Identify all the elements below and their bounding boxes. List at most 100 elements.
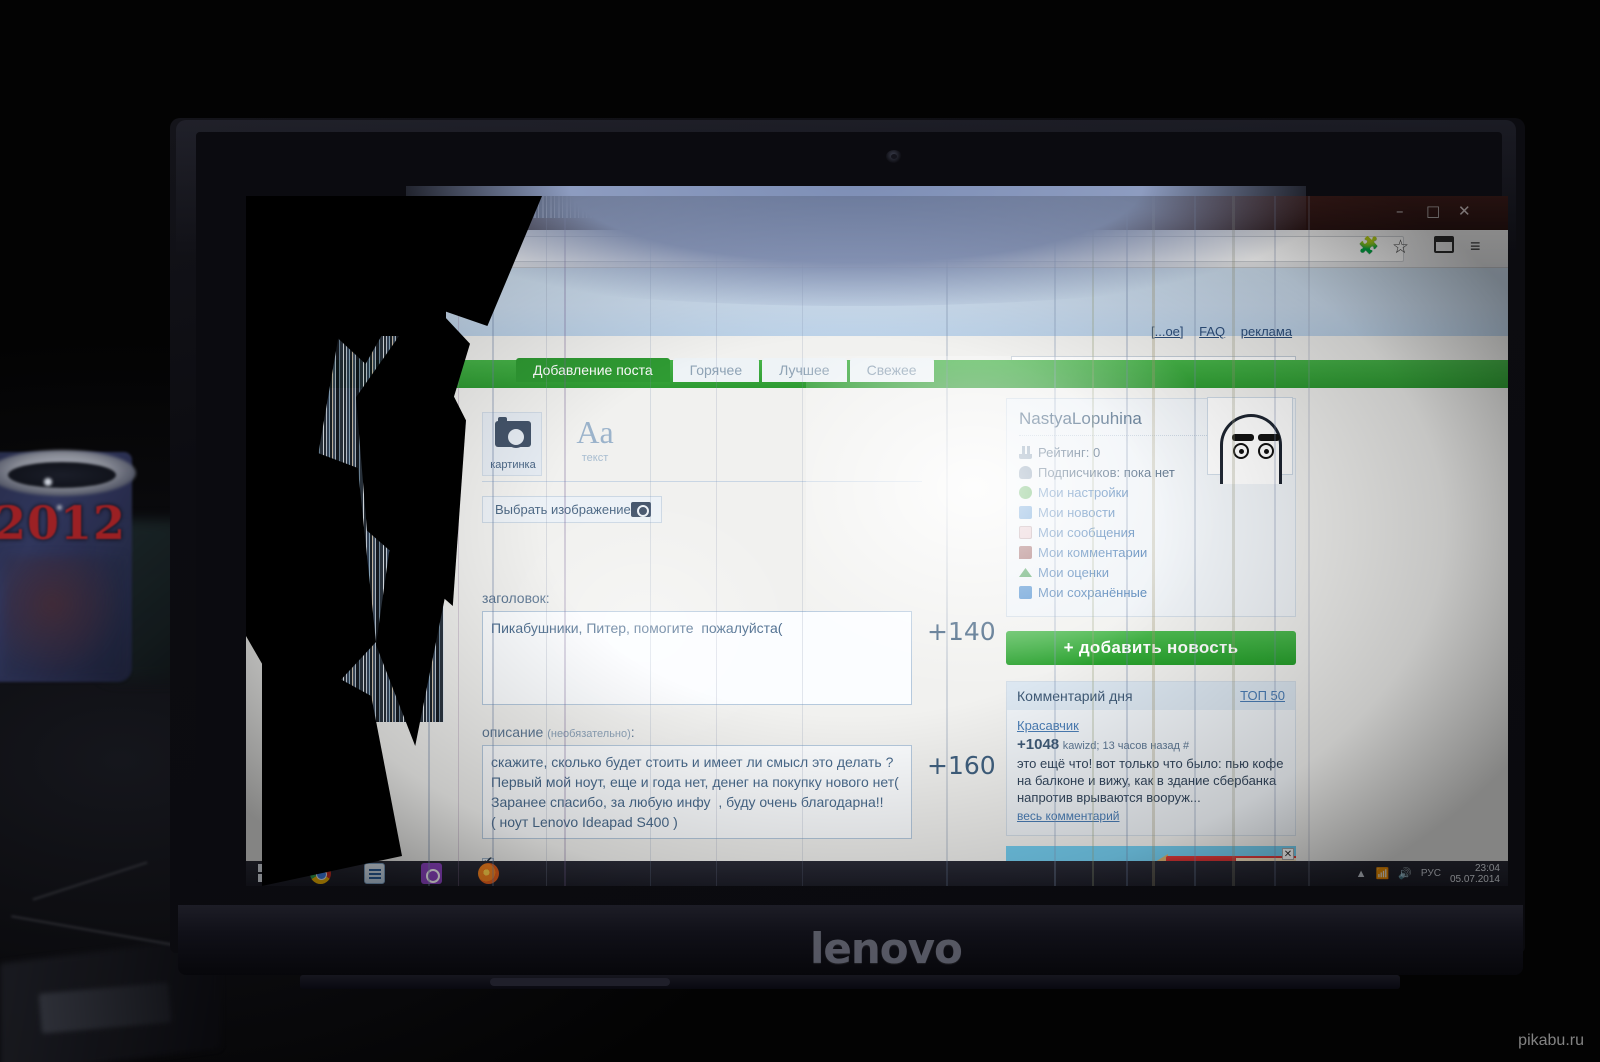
stat-subscribers-label: Подписчиков: пока нет xyxy=(1038,465,1175,480)
window-maximize-button[interactable]: □ xyxy=(1426,204,1440,219)
header-link-faq[interactable]: FAQ xyxy=(1199,324,1225,339)
screenshot-root: 2012 – □ ✕ 🧩 ☆ ≡ [...ое] FAQ реклама пои… xyxy=(0,0,1600,1062)
sidebar-item-news[interactable]: Мои новости xyxy=(1019,504,1283,521)
post-type-text-button[interactable]: Aa текст xyxy=(560,412,630,476)
description-field-group: описание (необязательно): +160 xyxy=(482,724,996,844)
title-field-group: заголовок: +140 xyxy=(482,590,996,710)
comment-of-day-body: Красавчик +1048 kawizd; 13 часов назад #… xyxy=(1007,710,1295,835)
start-button[interactable] xyxy=(258,864,277,883)
comment-nick-time: kawizd; 13 часов назад # xyxy=(1062,740,1190,752)
description-label: описание (необязательно): xyxy=(482,724,922,740)
comment-of-day-card: Комментарий дня ТОП 50 Красавчик +1048 k… xyxy=(1006,681,1296,836)
lenovo-logo: lenovo xyxy=(810,924,963,973)
camera-small-icon xyxy=(631,502,651,517)
add-news-button[interactable]: + добавить новость xyxy=(1006,631,1296,665)
mug-year-text: 2012 xyxy=(0,496,127,550)
system-tray: ▲ 📶 🔊 РУС 23:04 05.07.2014 xyxy=(1356,861,1500,886)
sidebar-item-ratings-label: Мои оценки xyxy=(1038,565,1109,580)
title-input[interactable] xyxy=(482,611,912,705)
tray-network-icon[interactable]: 📶 xyxy=(1376,867,1390,880)
site-header xyxy=(246,268,1508,336)
avatar-eyebrow-left xyxy=(1232,434,1254,441)
camera-taskbar-icon[interactable] xyxy=(421,863,442,884)
post-type-image-button[interactable]: картинка xyxy=(482,412,542,476)
description-input[interactable] xyxy=(482,745,912,839)
top50-link[interactable]: ТОП 50 xyxy=(1240,688,1285,704)
document-taskbar-icon[interactable] xyxy=(364,863,385,884)
choose-image-button[interactable]: Выбрать изображение xyxy=(482,496,662,523)
tab-hot[interactable]: Горячее xyxy=(672,358,760,382)
sidebar-item-ratings[interactable]: Мои оценки xyxy=(1019,564,1283,581)
title-label: заголовок: xyxy=(482,590,550,606)
description-label-colon: : xyxy=(630,724,635,740)
tab-add-post[interactable]: Добавление поста xyxy=(516,358,670,382)
chart-icon xyxy=(1019,446,1032,459)
browser-toolbar-icons: 🧩 ☆ ≡ xyxy=(1358,234,1498,264)
mug-interior xyxy=(8,462,116,488)
bookmark-star-icon[interactable]: ☆ xyxy=(1392,236,1409,259)
avatar-eyebrow-right xyxy=(1258,434,1280,441)
tab-best[interactable]: Лучшее xyxy=(762,358,847,382)
mug-highlight-2 xyxy=(57,505,62,510)
sidebar-item-messages[interactable]: Мои сообщения xyxy=(1019,524,1283,541)
mail-icon xyxy=(1019,526,1032,539)
description-counter: +160 xyxy=(927,751,996,780)
firefox-taskbar-icon[interactable] xyxy=(478,863,499,884)
header-link-0[interactable]: [...ое] xyxy=(1151,324,1184,339)
laptop-hinge-notch xyxy=(490,978,670,986)
text-type-glyph: Aa xyxy=(576,414,614,450)
address-bar[interactable] xyxy=(254,236,1404,262)
extension-icon[interactable]: 🧩 xyxy=(1358,236,1379,256)
window-minimize-button[interactable]: – xyxy=(1396,204,1404,219)
chrome-taskbar-icon[interactable] xyxy=(310,863,331,884)
post-type-text-label: текст xyxy=(581,452,609,464)
sidebar-item-messages-label: Мои сообщения xyxy=(1038,525,1135,540)
sidebar-item-comments[interactable]: Мои комментарии xyxy=(1019,544,1283,561)
browser-menu-icon[interactable]: ≡ xyxy=(1470,236,1481,257)
comment-icon xyxy=(1019,546,1032,559)
tray-clock[interactable]: 23:04 05.07.2014 xyxy=(1450,863,1500,885)
browser-titlebar: – □ ✕ xyxy=(246,196,1508,230)
sidebar-item-settings[interactable]: Мои настройки xyxy=(1019,484,1283,501)
avatar[interactable] xyxy=(1207,397,1293,484)
comment-author-link[interactable]: Красавчик xyxy=(1017,718,1285,733)
window-icon[interactable] xyxy=(1434,236,1454,253)
news-icon xyxy=(1019,506,1032,519)
watermark: pikabu.ru xyxy=(1518,1032,1584,1049)
description-field-wrap: +160 xyxy=(482,745,996,844)
description-label-text: описание xyxy=(482,724,544,740)
avatar-pupil-left xyxy=(1239,449,1244,454)
webcam-lens xyxy=(891,154,897,159)
sidebar-item-saved[interactable]: Мои сохранённые xyxy=(1019,584,1283,601)
site-tabs: Добавление поста Горячее Лучшее Свежее xyxy=(516,354,937,382)
tab-fresh[interactable]: Свежее xyxy=(849,358,934,382)
comment-score: +1048 xyxy=(1017,736,1060,753)
user-icon xyxy=(1019,466,1032,479)
sidebar-item-comments-label: Мои комментарии xyxy=(1038,545,1148,560)
tray-time: 23:04 xyxy=(1474,862,1500,874)
comment-of-day-header: Комментарий дня ТОП 50 xyxy=(1007,682,1295,710)
sidebar-item-saved-label: Мои сохранённые xyxy=(1038,585,1148,600)
tray-language[interactable]: РУС xyxy=(1421,868,1441,879)
choose-image-label: Выбрать изображение xyxy=(495,502,631,517)
pikabu-page: [...ое] FAQ реклама 🔍 Добавление поста Г… xyxy=(246,268,1508,886)
browser-tabstrip[interactable] xyxy=(886,196,1508,230)
stat-rating-label: Рейтинг: 0 xyxy=(1038,445,1101,460)
mug-artwork xyxy=(4,556,124,676)
post-form: картинка Aa текст Выбрать изображение за… xyxy=(482,408,996,886)
header-link-ads[interactable]: реклама xyxy=(1241,324,1292,339)
post-type-image-label: картинка xyxy=(490,459,536,471)
mug-highlight xyxy=(44,478,52,486)
title-counter: +140 xyxy=(927,617,996,646)
camera-icon xyxy=(495,417,531,448)
comment-meta: +1048 kawizd; 13 часов назад # xyxy=(1017,736,1285,753)
header-links: [...ое] FAQ реклама xyxy=(1151,324,1304,339)
comment-text: это ещё что! вот только что было: пью ко… xyxy=(1017,756,1284,805)
window-close-button[interactable]: ✕ xyxy=(1458,204,1471,219)
browser-toolbar xyxy=(246,230,1508,268)
tray-arrow-icon[interactable]: ▲ xyxy=(1356,868,1367,880)
tray-volume-icon[interactable]: 🔊 xyxy=(1398,867,1412,880)
banner-close-icon[interactable]: ✕ xyxy=(1282,848,1294,860)
title-field-wrap: +140 xyxy=(482,611,996,710)
comment-full-link[interactable]: весь комментарий xyxy=(1017,809,1119,823)
